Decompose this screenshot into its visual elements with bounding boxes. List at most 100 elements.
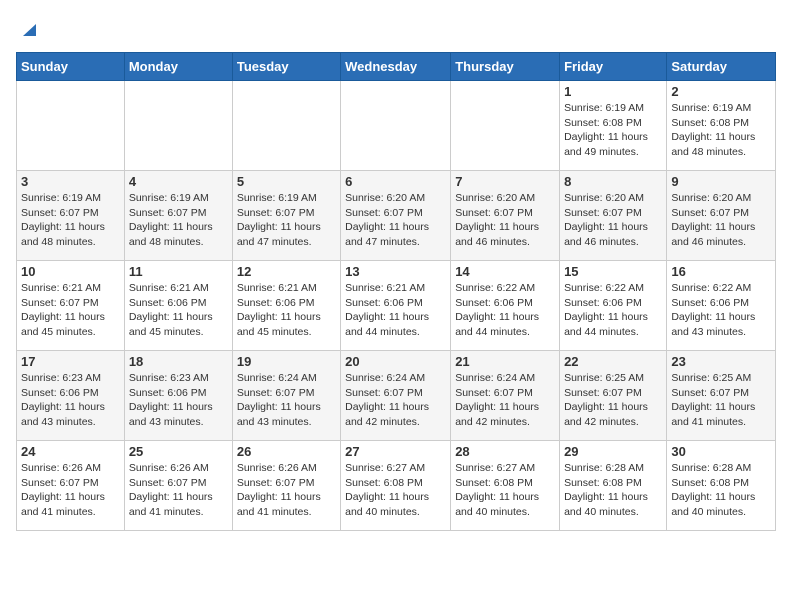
day-number: 16 <box>671 264 771 279</box>
day-info: Sunrise: 6:28 AM Sunset: 6:08 PM Dayligh… <box>564 461 662 520</box>
calendar-cell: 6 Sunrise: 6:20 AM Sunset: 6:07 PM Daylig… <box>341 171 451 261</box>
day-info: Sunrise: 6:24 AM Sunset: 6:07 PM Dayligh… <box>455 371 555 430</box>
calendar-cell: 26 Sunrise: 6:26 AM Sunset: 6:07 PM Dayli… <box>232 441 340 531</box>
day-info: Sunrise: 6:23 AM Sunset: 6:06 PM Dayligh… <box>129 371 228 430</box>
calendar-cell: 28 Sunrise: 6:27 AM Sunset: 6:08 PM Dayli… <box>451 441 560 531</box>
day-info: Sunrise: 6:28 AM Sunset: 6:08 PM Dayligh… <box>671 461 771 520</box>
day-number: 3 <box>21 174 120 189</box>
calendar-cell: 27Sunrise: 6:27 AM Sunset: 6:08 PM Dayli… <box>341 441 451 531</box>
day-number: 12 <box>237 264 336 279</box>
calendar-cell <box>232 81 340 171</box>
day-number: 23 <box>671 354 771 369</box>
col-header-monday: Monday <box>124 53 232 81</box>
calendar-cell: 13 Sunrise: 6:21 AM Sunset: 6:06 PM Dayli… <box>341 261 451 351</box>
day-info: Sunrise: 6:22 AM Sunset: 6:06 PM Dayligh… <box>455 281 555 340</box>
calendar-cell: 10 Sunrise: 6:21 AM Sunset: 6:07 PM Dayli… <box>17 261 125 351</box>
calendar-cell <box>124 81 232 171</box>
day-info: Sunrise: 6:21 AM Sunset: 6:07 PM Dayligh… <box>21 281 120 340</box>
calendar-cell: 8 Sunrise: 6:20 AM Sunset: 6:07 PM Daylig… <box>560 171 667 261</box>
col-header-sunday: Sunday <box>17 53 125 81</box>
calendar-cell: 3Sunrise: 6:19 AM Sunset: 6:07 PM Daylig… <box>17 171 125 261</box>
col-header-saturday: Saturday <box>667 53 776 81</box>
day-number: 4 <box>129 174 228 189</box>
calendar-cell <box>451 81 560 171</box>
col-header-tuesday: Tuesday <box>232 53 340 81</box>
day-number: 20 <box>345 354 446 369</box>
day-info: Sunrise: 6:19 AM Sunset: 6:08 PM Dayligh… <box>564 101 662 160</box>
day-number: 25 <box>129 444 228 459</box>
day-number: 9 <box>671 174 771 189</box>
calendar-table: SundayMondayTuesdayWednesdayThursdayFrid… <box>16 52 776 531</box>
day-info: Sunrise: 6:21 AM Sunset: 6:06 PM Dayligh… <box>129 281 228 340</box>
calendar-cell: 23 Sunrise: 6:25 AM Sunset: 6:07 PM Dayli… <box>667 351 776 441</box>
page-header <box>16 16 776 42</box>
day-number: 28 <box>455 444 555 459</box>
day-number: 1 <box>564 84 662 99</box>
day-info: Sunrise: 6:19 AM Sunset: 6:07 PM Dayligh… <box>129 191 228 250</box>
day-info: Sunrise: 6:23 AM Sunset: 6:06 PM Dayligh… <box>21 371 120 430</box>
calendar-cell: 9 Sunrise: 6:20 AM Sunset: 6:07 PM Daylig… <box>667 171 776 261</box>
day-number: 27 <box>345 444 446 459</box>
day-info: Sunrise: 6:26 AM Sunset: 6:07 PM Dayligh… <box>129 461 228 520</box>
calendar-cell: 12 Sunrise: 6:21 AM Sunset: 6:06 PM Dayli… <box>232 261 340 351</box>
day-number: 21 <box>455 354 555 369</box>
day-info: Sunrise: 6:20 AM Sunset: 6:07 PM Dayligh… <box>671 191 771 250</box>
day-number: 7 <box>455 174 555 189</box>
calendar-cell: 18 Sunrise: 6:23 AM Sunset: 6:06 PM Dayli… <box>124 351 232 441</box>
day-number: 26 <box>237 444 336 459</box>
day-info: Sunrise: 6:24 AM Sunset: 6:07 PM Dayligh… <box>237 371 336 430</box>
calendar-cell: 19 Sunrise: 6:24 AM Sunset: 6:07 PM Dayli… <box>232 351 340 441</box>
day-number: 17 <box>21 354 120 369</box>
day-info: Sunrise: 6:26 AM Sunset: 6:07 PM Dayligh… <box>21 461 120 520</box>
day-number: 24 <box>21 444 120 459</box>
calendar-cell: 22Sunrise: 6:25 AM Sunset: 6:07 PM Dayli… <box>560 351 667 441</box>
day-number: 10 <box>21 264 120 279</box>
day-info: Sunrise: 6:22 AM Sunset: 6:06 PM Dayligh… <box>564 281 662 340</box>
day-info: Sunrise: 6:21 AM Sunset: 6:06 PM Dayligh… <box>345 281 446 340</box>
col-header-wednesday: Wednesday <box>341 53 451 81</box>
day-info: Sunrise: 6:25 AM Sunset: 6:07 PM Dayligh… <box>671 371 771 430</box>
day-number: 13 <box>345 264 446 279</box>
day-number: 19 <box>237 354 336 369</box>
col-header-thursday: Thursday <box>451 53 560 81</box>
day-info: Sunrise: 6:21 AM Sunset: 6:06 PM Dayligh… <box>237 281 336 340</box>
day-info: Sunrise: 6:20 AM Sunset: 6:07 PM Dayligh… <box>564 191 662 250</box>
logo-icon <box>18 18 36 36</box>
day-info: Sunrise: 6:20 AM Sunset: 6:07 PM Dayligh… <box>455 191 555 250</box>
day-info: Sunrise: 6:24 AM Sunset: 6:07 PM Dayligh… <box>345 371 446 430</box>
day-info: Sunrise: 6:26 AM Sunset: 6:07 PM Dayligh… <box>237 461 336 520</box>
calendar-cell <box>341 81 451 171</box>
day-number: 29 <box>564 444 662 459</box>
day-number: 30 <box>671 444 771 459</box>
day-number: 5 <box>237 174 336 189</box>
day-info: Sunrise: 6:22 AM Sunset: 6:06 PM Dayligh… <box>671 281 771 340</box>
calendar-cell: 21 Sunrise: 6:24 AM Sunset: 6:07 PM Dayli… <box>451 351 560 441</box>
calendar-cell: 4 Sunrise: 6:19 AM Sunset: 6:07 PM Daylig… <box>124 171 232 261</box>
day-number: 11 <box>129 264 228 279</box>
day-info: Sunrise: 6:19 AM Sunset: 6:07 PM Dayligh… <box>237 191 336 250</box>
calendar-cell: 24 Sunrise: 6:26 AM Sunset: 6:07 PM Dayli… <box>17 441 125 531</box>
calendar-cell: 25 Sunrise: 6:26 AM Sunset: 6:07 PM Dayli… <box>124 441 232 531</box>
day-info: Sunrise: 6:25 AM Sunset: 6:07 PM Dayligh… <box>564 371 662 430</box>
calendar-cell: 2Sunrise: 6:19 AM Sunset: 6:08 PM Daylig… <box>667 81 776 171</box>
day-number: 14 <box>455 264 555 279</box>
calendar-cell: 5 Sunrise: 6:19 AM Sunset: 6:07 PM Daylig… <box>232 171 340 261</box>
logo <box>16 16 36 42</box>
day-number: 2 <box>671 84 771 99</box>
day-number: 18 <box>129 354 228 369</box>
calendar-cell: 16 Sunrise: 6:22 AM Sunset: 6:06 PM Dayli… <box>667 261 776 351</box>
calendar-cell: 1 Sunrise: 6:19 AM Sunset: 6:08 PM Daylig… <box>560 81 667 171</box>
day-number: 6 <box>345 174 446 189</box>
col-header-friday: Friday <box>560 53 667 81</box>
calendar-cell <box>17 81 125 171</box>
day-number: 8 <box>564 174 662 189</box>
day-info: Sunrise: 6:27 AM Sunset: 6:08 PM Dayligh… <box>455 461 555 520</box>
day-info: Sunrise: 6:20 AM Sunset: 6:07 PM Dayligh… <box>345 191 446 250</box>
day-number: 15 <box>564 264 662 279</box>
calendar-cell: 17 Sunrise: 6:23 AM Sunset: 6:06 PM Dayli… <box>17 351 125 441</box>
calendar-cell: 29 Sunrise: 6:28 AM Sunset: 6:08 PM Dayli… <box>560 441 667 531</box>
calendar-cell: 15 Sunrise: 6:22 AM Sunset: 6:06 PM Dayli… <box>560 261 667 351</box>
calendar-cell: 20 Sunrise: 6:24 AM Sunset: 6:07 PM Dayli… <box>341 351 451 441</box>
calendar-cell: 14 Sunrise: 6:22 AM Sunset: 6:06 PM Dayli… <box>451 261 560 351</box>
calendar-cell: 11 Sunrise: 6:21 AM Sunset: 6:06 PM Dayli… <box>124 261 232 351</box>
